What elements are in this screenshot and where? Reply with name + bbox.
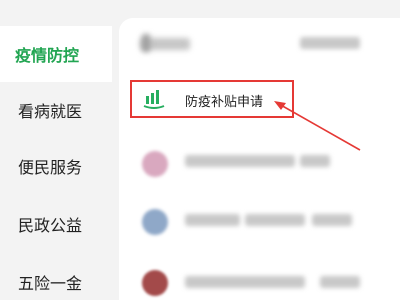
sidebar-item-label: 看病就医 <box>18 102 83 121</box>
category-sidebar: 疫情防控 看病就医 便民服务 民政公益 五险一金 <box>0 22 112 300</box>
service-row-blurred[interactable] <box>300 155 330 167</box>
service-row-blurred[interactable] <box>312 214 352 226</box>
service-label: 防疫补贴申请 <box>185 95 264 110</box>
sidebar-item-label: 五险一金 <box>18 274 83 293</box>
service-row-blurred[interactable] <box>245 214 305 226</box>
sidebar-item-label: 疫情防控 <box>15 46 80 65</box>
sidebar-item-label: 民政公益 <box>18 216 83 235</box>
service-icon-blurred <box>142 151 168 177</box>
sidebar-item-label: 便民服务 <box>18 158 83 177</box>
section-title-blurred-glyph <box>142 34 150 52</box>
service-row-blurred[interactable] <box>320 276 360 288</box>
sidebar-item-civil-affairs[interactable]: 民政公益 <box>0 196 112 252</box>
service-icon-blurred <box>142 209 168 235</box>
building-growth-icon <box>143 90 165 109</box>
app-root: 疫情防控 看病就医 便民服务 民政公益 五险一金 防疫补贴申请 <box>0 0 400 300</box>
sidebar-item-epidemic-control[interactable]: 疫情防控 <box>0 26 112 82</box>
sidebar-item-medical[interactable]: 看病就医 <box>0 82 112 138</box>
section-more-blurred[interactable] <box>300 37 360 49</box>
sidebar-item-insurance-fund[interactable]: 五险一金 <box>0 254 112 300</box>
sidebar-item-convenience[interactable]: 便民服务 <box>0 138 112 194</box>
service-icon-blurred <box>142 270 168 296</box>
service-row-blurred[interactable] <box>185 155 295 167</box>
service-row-blurred[interactable] <box>185 214 240 226</box>
service-row-blurred[interactable] <box>185 276 305 288</box>
